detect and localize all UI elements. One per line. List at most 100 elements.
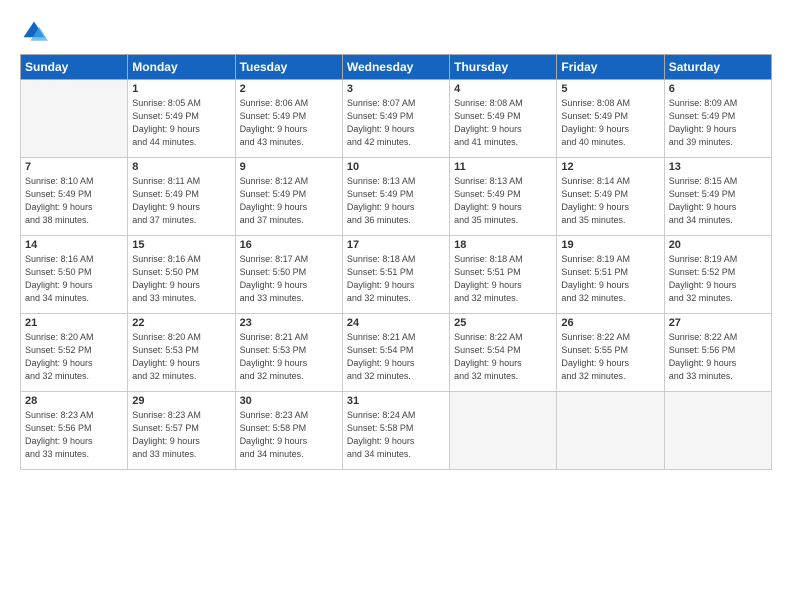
day-info: Sunrise: 8:07 AM Sunset: 5:49 PM Dayligh…	[347, 97, 445, 149]
day-header-friday: Friday	[557, 55, 664, 80]
day-number: 20	[669, 239, 767, 251]
day-info: Sunrise: 8:20 AM Sunset: 5:53 PM Dayligh…	[132, 331, 230, 383]
day-info: Sunrise: 8:17 AM Sunset: 5:50 PM Dayligh…	[240, 253, 338, 305]
day-info: Sunrise: 8:21 AM Sunset: 5:53 PM Dayligh…	[240, 331, 338, 383]
calendar-cell: 24 Sunrise: 8:21 AM Sunset: 5:54 PM Dayli…	[342, 314, 449, 392]
calendar-cell: 9Sunrise: 8:12 AM Sunset: 5:49 PM Daylig…	[235, 158, 342, 236]
day-info: Sunrise: 8:11 AM Sunset: 5:49 PM Dayligh…	[132, 175, 230, 227]
day-info: Sunrise: 8:23 AM Sunset: 5:57 PM Dayligh…	[132, 409, 230, 461]
day-info: Sunrise: 8:08 AM Sunset: 5:49 PM Dayligh…	[561, 97, 659, 149]
day-number: 7	[25, 161, 123, 173]
calendar-cell: 10Sunrise: 8:13 AM Sunset: 5:49 PM Dayli…	[342, 158, 449, 236]
calendar-cell	[557, 392, 664, 470]
day-number: 27	[669, 317, 767, 329]
day-number: 13	[669, 161, 767, 173]
day-info: Sunrise: 8:21 AM Sunset: 5:54 PM Dayligh…	[347, 331, 445, 383]
day-header-sunday: Sunday	[21, 55, 128, 80]
day-info: Sunrise: 8:13 AM Sunset: 5:49 PM Dayligh…	[347, 175, 445, 227]
day-number: 11	[454, 161, 552, 173]
day-number: 28	[25, 395, 123, 407]
day-number: 23	[240, 317, 338, 329]
day-number: 29	[132, 395, 230, 407]
day-header-thursday: Thursday	[450, 55, 557, 80]
day-info: Sunrise: 8:14 AM Sunset: 5:49 PM Dayligh…	[561, 175, 659, 227]
calendar-cell: 18Sunrise: 8:18 AM Sunset: 5:51 PM Dayli…	[450, 236, 557, 314]
day-info: Sunrise: 8:06 AM Sunset: 5:49 PM Dayligh…	[240, 97, 338, 149]
calendar-cell: 29 Sunrise: 8:23 AM Sunset: 5:57 PM Dayli…	[128, 392, 235, 470]
day-info: Sunrise: 8:23 AM Sunset: 5:58 PM Dayligh…	[240, 409, 338, 461]
day-number: 18	[454, 239, 552, 251]
day-header-monday: Monday	[128, 55, 235, 80]
calendar-cell: 16 Sunrise: 8:17 AM Sunset: 5:50 PM Dayli…	[235, 236, 342, 314]
calendar-cell: 5 Sunrise: 8:08 AM Sunset: 5:49 PM Daylig…	[557, 80, 664, 158]
day-info: Sunrise: 8:08 AM Sunset: 5:49 PM Dayligh…	[454, 97, 552, 149]
calendar-cell: 23 Sunrise: 8:21 AM Sunset: 5:53 PM Dayli…	[235, 314, 342, 392]
day-number: 30	[240, 395, 338, 407]
day-number: 8	[132, 161, 230, 173]
calendar-cell: 30 Sunrise: 8:23 AM Sunset: 5:58 PM Dayli…	[235, 392, 342, 470]
day-number: 21	[25, 317, 123, 329]
day-info: Sunrise: 8:18 AM Sunset: 5:51 PM Dayligh…	[347, 253, 445, 305]
calendar-week-2: 14Sunrise: 8:16 AM Sunset: 5:50 PM Dayli…	[21, 236, 772, 314]
day-info: Sunrise: 8:13 AM Sunset: 5:49 PM Dayligh…	[454, 175, 552, 227]
day-info: Sunrise: 8:22 AM Sunset: 5:55 PM Dayligh…	[561, 331, 659, 383]
day-number: 1	[132, 83, 230, 95]
logo	[20, 18, 52, 46]
calendar-cell	[450, 392, 557, 470]
day-number: 9	[240, 161, 338, 173]
day-number: 3	[347, 83, 445, 95]
day-number: 2	[240, 83, 338, 95]
calendar-cell: 20Sunrise: 8:19 AM Sunset: 5:52 PM Dayli…	[664, 236, 771, 314]
day-info: Sunrise: 8:16 AM Sunset: 5:50 PM Dayligh…	[25, 253, 123, 305]
day-info: Sunrise: 8:19 AM Sunset: 5:51 PM Dayligh…	[561, 253, 659, 305]
header-row: SundayMondayTuesdayWednesdayThursdayFrid…	[21, 55, 772, 80]
calendar-week-3: 21Sunrise: 8:20 AM Sunset: 5:52 PM Dayli…	[21, 314, 772, 392]
day-info: Sunrise: 8:09 AM Sunset: 5:49 PM Dayligh…	[669, 97, 767, 149]
calendar-cell: 4 Sunrise: 8:08 AM Sunset: 5:49 PM Daylig…	[450, 80, 557, 158]
day-number: 19	[561, 239, 659, 251]
day-number: 25	[454, 317, 552, 329]
day-number: 12	[561, 161, 659, 173]
day-header-saturday: Saturday	[664, 55, 771, 80]
day-info: Sunrise: 8:23 AM Sunset: 5:56 PM Dayligh…	[25, 409, 123, 461]
calendar-week-1: 7 Sunrise: 8:10 AM Sunset: 5:49 PM Daylig…	[21, 158, 772, 236]
calendar-cell: 17 Sunrise: 8:18 AM Sunset: 5:51 PM Dayli…	[342, 236, 449, 314]
calendar-table: SundayMondayTuesdayWednesdayThursdayFrid…	[20, 54, 772, 470]
calendar-cell: 14Sunrise: 8:16 AM Sunset: 5:50 PM Dayli…	[21, 236, 128, 314]
calendar-week-0: 1 Sunrise: 8:05 AM Sunset: 5:49 PM Daylig…	[21, 80, 772, 158]
calendar-body: 1 Sunrise: 8:05 AM Sunset: 5:49 PM Daylig…	[21, 80, 772, 470]
day-number: 26	[561, 317, 659, 329]
day-info: Sunrise: 8:15 AM Sunset: 5:49 PM Dayligh…	[669, 175, 767, 227]
day-number: 6	[669, 83, 767, 95]
day-number: 15	[132, 239, 230, 251]
calendar-cell: 28 Sunrise: 8:23 AM Sunset: 5:56 PM Dayli…	[21, 392, 128, 470]
day-number: 22	[132, 317, 230, 329]
day-number: 24	[347, 317, 445, 329]
day-number: 5	[561, 83, 659, 95]
calendar-cell: 12 Sunrise: 8:14 AM Sunset: 5:49 PM Dayli…	[557, 158, 664, 236]
calendar-cell: 21Sunrise: 8:20 AM Sunset: 5:52 PM Dayli…	[21, 314, 128, 392]
day-number: 4	[454, 83, 552, 95]
calendar-cell: 2 Sunrise: 8:06 AM Sunset: 5:49 PM Daylig…	[235, 80, 342, 158]
day-header-tuesday: Tuesday	[235, 55, 342, 80]
calendar-cell: 31 Sunrise: 8:24 AM Sunset: 5:58 PM Dayli…	[342, 392, 449, 470]
calendar-cell: 25 Sunrise: 8:22 AM Sunset: 5:54 PM Dayli…	[450, 314, 557, 392]
logo-icon	[20, 18, 48, 46]
calendar-cell	[664, 392, 771, 470]
page: SundayMondayTuesdayWednesdayThursdayFrid…	[0, 0, 792, 612]
calendar-cell: 7 Sunrise: 8:10 AM Sunset: 5:49 PM Daylig…	[21, 158, 128, 236]
header	[20, 18, 772, 46]
day-number: 16	[240, 239, 338, 251]
day-info: Sunrise: 8:24 AM Sunset: 5:58 PM Dayligh…	[347, 409, 445, 461]
day-number: 17	[347, 239, 445, 251]
calendar-cell: 11 Sunrise: 8:13 AM Sunset: 5:49 PM Dayli…	[450, 158, 557, 236]
day-number: 31	[347, 395, 445, 407]
day-info: Sunrise: 8:10 AM Sunset: 5:49 PM Dayligh…	[25, 175, 123, 227]
day-info: Sunrise: 8:05 AM Sunset: 5:49 PM Dayligh…	[132, 97, 230, 149]
calendar-cell: 1 Sunrise: 8:05 AM Sunset: 5:49 PM Daylig…	[128, 80, 235, 158]
day-info: Sunrise: 8:22 AM Sunset: 5:54 PM Dayligh…	[454, 331, 552, 383]
calendar-cell: 3 Sunrise: 8:07 AM Sunset: 5:49 PM Daylig…	[342, 80, 449, 158]
calendar-week-4: 28 Sunrise: 8:23 AM Sunset: 5:56 PM Dayli…	[21, 392, 772, 470]
calendar-cell: 8 Sunrise: 8:11 AM Sunset: 5:49 PM Daylig…	[128, 158, 235, 236]
calendar-cell: 13 Sunrise: 8:15 AM Sunset: 5:49 PM Dayli…	[664, 158, 771, 236]
